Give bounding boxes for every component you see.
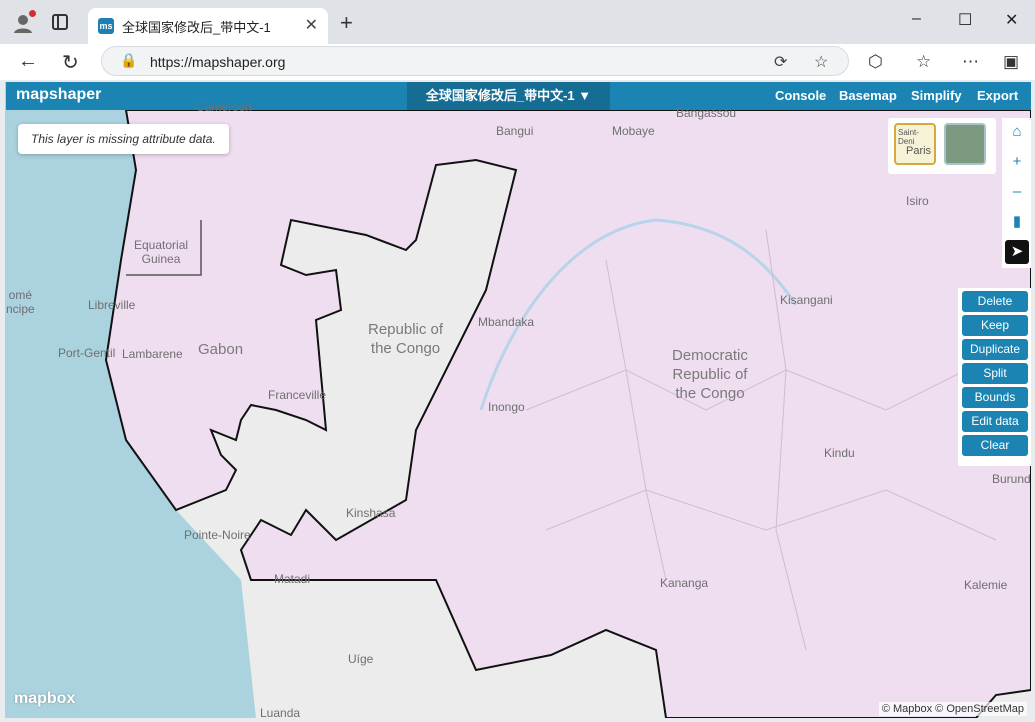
label-cameroon: Cameroon (196, 100, 253, 114)
thumb-label-saint-denis: Saint-Deni (898, 128, 919, 146)
label-luanda: Luanda (260, 706, 301, 718)
label-lambarene: Lambarene (122, 347, 183, 361)
translate-icon[interactable]: ⟳ (774, 52, 787, 72)
notification-dot-icon (29, 10, 36, 17)
browser-tab[interactable]: ms 全球国家修改后_带中文-1 ✕ (88, 8, 328, 44)
favorites-icon[interactable]: ☆ (916, 52, 931, 72)
menu-export[interactable]: Export (977, 88, 1018, 103)
duplicate-button[interactable]: Duplicate (962, 339, 1028, 360)
map-toolbar: ⌂ + – ▮ ➤ (1002, 118, 1031, 268)
label-kalemie: Kalemie (964, 578, 1008, 592)
new-tab-button[interactable]: + (340, 10, 353, 36)
url-bar[interactable]: 🔒 https://mapshaper.org ⟳ ☆ (101, 46, 849, 76)
label-mbandaka: Mbandaka (478, 315, 535, 329)
lock-icon[interactable]: 🔒 (120, 52, 137, 69)
bounds-button[interactable]: Bounds (962, 387, 1028, 408)
sidebar-icon[interactable]: ▣ (1003, 52, 1019, 72)
label-kisangani: Kisangani (780, 293, 833, 307)
bookmark-icon[interactable]: ▮ (1005, 210, 1029, 234)
tab-title: 全球国家修改后_带中文-1 (122, 20, 271, 35)
map-attribution[interactable]: © Mapbox © OpenStreetMap (878, 702, 1027, 716)
label-gabon: Gabon (198, 341, 244, 358)
menu-console[interactable]: Console (775, 88, 826, 103)
label-isiro: Isiro (906, 194, 929, 208)
thumb-label-paris: Paris (906, 145, 932, 157)
extensions-icon[interactable]: ⬡ (868, 52, 883, 72)
map-svg[interactable] (6, 110, 1031, 718)
home-icon[interactable]: ⌂ (1005, 120, 1029, 144)
label-equatorial-guinea: Equatorial Guinea (134, 238, 189, 266)
url-text[interactable]: https://mapshaper.org (150, 54, 285, 70)
app-header: mapshaper 全球国家修改后_带中文-1 ▼ Console Basema… (6, 82, 1031, 110)
refresh-icon[interactable]: ↻ (62, 50, 79, 75)
mapshaper-favicon-icon: ms (98, 18, 114, 34)
label-port-gentil: Port-Gentil (58, 346, 116, 360)
label-franceville: Franceville (268, 388, 327, 402)
basemap-satellite-thumbnail[interactable] (944, 123, 986, 165)
profile-icon[interactable] (12, 10, 36, 34)
label-bangassou: Bangassou (676, 106, 737, 120)
clear-button[interactable]: Clear (962, 435, 1028, 456)
split-button[interactable]: Split (962, 363, 1028, 384)
menu-basemap[interactable]: Basemap (839, 88, 897, 103)
close-window-button[interactable]: ✕ (1005, 10, 1018, 30)
label-drc: Democratic Republic of the Congo (672, 347, 748, 402)
favorite-star-icon[interactable]: ☆ (814, 52, 828, 72)
layer-selector[interactable]: 全球国家修改后_带中文-1 ▼ (407, 82, 610, 110)
label-republic-of-the-congo: Republic of the Congo (368, 321, 444, 357)
edit-data-button[interactable]: Edit data (962, 411, 1028, 432)
tab-close-icon[interactable]: ✕ (305, 15, 318, 35)
mapbox-logo[interactable]: mapbox (14, 690, 75, 708)
label-matadi: Matadi (274, 572, 311, 586)
browser-tab-bar: ms 全球国家修改后_带中文-1 ✕ + – ☐ ✕ (0, 0, 1035, 44)
basemap-light-thumbnail[interactable]: Saint-Deni Paris (894, 123, 936, 165)
maximize-button[interactable]: ☐ (958, 10, 972, 30)
minimize-button[interactable]: – (912, 10, 921, 28)
pointer-tool-icon[interactable]: ➤ (1005, 240, 1029, 264)
label-kananga: Kananga (660, 576, 709, 590)
back-icon[interactable]: ← (18, 50, 38, 73)
label-burundi: Burund (992, 472, 1031, 486)
label-mobaye: Mobaye (612, 124, 655, 138)
label-libreville: Libreville (88, 298, 136, 312)
mapbox-logo-text: mapbox (14, 690, 76, 707)
map-canvas[interactable]: Cameroon Bangui Mobaye Bangassou Equator… (6, 100, 1031, 718)
zoom-out-icon[interactable]: – (1005, 180, 1029, 204)
delete-button[interactable]: Delete (962, 291, 1028, 312)
keep-button[interactable]: Keep (962, 315, 1028, 336)
label-uige: Uíge (348, 652, 374, 666)
label-bangui: Bangui (496, 124, 534, 138)
zoom-in-icon[interactable]: + (1005, 150, 1029, 174)
edit-buttons-panel: Delete Keep Duplicate Split Bounds Edit … (958, 288, 1031, 466)
basemap-picker: Saint-Deni Paris (888, 118, 996, 174)
label-inongo: Inongo (488, 400, 525, 414)
mapshaper-app: mapshaper 全球国家修改后_带中文-1 ▼ Console Basema… (5, 82, 1031, 718)
more-menu-icon[interactable]: ⋯ (962, 52, 979, 72)
menu-simplify[interactable]: Simplify (911, 88, 962, 103)
label-kindu: Kindu (824, 446, 855, 460)
mapshaper-logo[interactable]: mapshaper (16, 86, 101, 104)
tab-actions-icon[interactable] (52, 14, 68, 30)
label-kinshasa: Kinshasa (346, 506, 396, 520)
address-toolbar: ← ↻ 🔒 https://mapshaper.org ⟳ ☆ ⬡ ☆ ⋯ ▣ (0, 44, 1035, 80)
missing-attributes-message: This layer is missing attribute data. (18, 124, 229, 154)
label-sao-tome: omé ncipe (6, 288, 35, 316)
label-pointe-noire: Pointe-Noire (184, 528, 251, 542)
